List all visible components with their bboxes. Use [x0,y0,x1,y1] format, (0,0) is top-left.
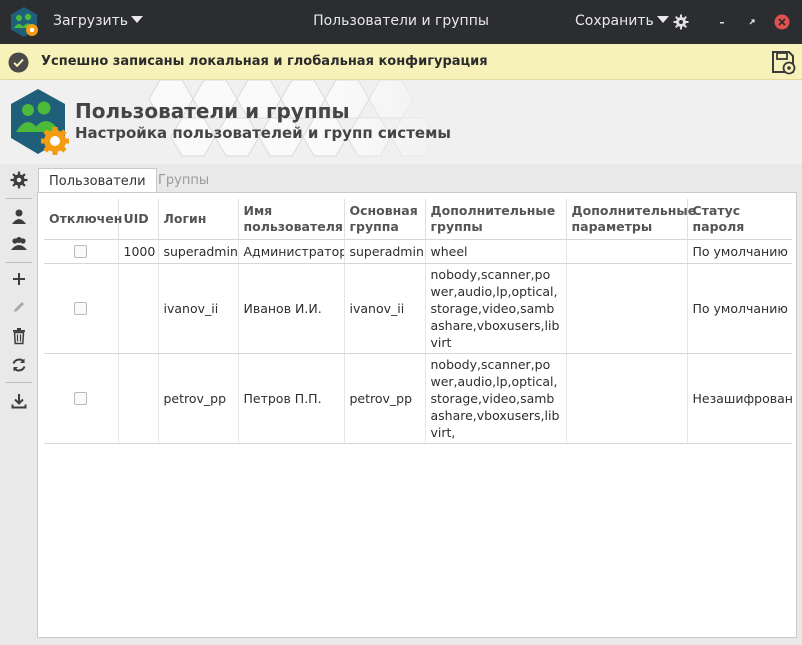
groups-cell: wheel [425,239,567,264]
column-header-primary-group[interactable]: Основная группа [344,199,426,240]
close-icon [774,14,790,30]
uid-cell [118,263,159,354]
chevron-down-icon [131,16,144,23]
close-button[interactable] [771,11,793,33]
uid-cell [118,353,159,444]
password-status-cell: По умолчанию [687,263,792,354]
groups-cell: nobody,scanner,pow­er,audio,lp,optical,s… [425,353,567,444]
toolbar-divider [6,382,32,383]
save-menu-label: Сохранить [575,13,654,29]
users-groups-logo [11,89,69,155]
column-header-login[interactable]: Логин [158,199,239,240]
table-row[interactable]: petrov_pp Петров П.П. petrov_pp nobody,s… [44,353,792,444]
primary-group-cell: ivanov_ii [344,263,426,354]
save-menu[interactable]: Сохранить [575,13,669,29]
load-menu[interactable]: Загрузить [53,13,144,29]
groups-cell: nobody,scanner,pow­er,audio,lp,optical,s… [425,263,567,354]
table-row[interactable]: ivanov_ii Иванов И.И. ivanov_ii nobody,s… [44,263,792,354]
maximize-button[interactable] [741,11,763,33]
settings-button[interactable] [670,11,692,33]
column-header-disabled[interactable]: Отключен [44,199,122,240]
page-header: Пользователи и группы Настройка пользова… [0,80,802,164]
disabled-cell [44,263,119,354]
trash-icon [13,328,25,345]
primary-group-cell: superadmin [344,239,426,264]
column-header-params[interactable]: Дополнительные параметры [566,199,696,240]
edit-button[interactable] [6,294,32,320]
minimize-icon [720,22,724,24]
tab-users[interactable]: Пользователи [38,168,157,193]
password-status-cell: По умолчанию [687,239,792,264]
login-cell: petrov_pp [158,353,239,444]
app-icon [11,7,38,37]
table-row[interactable]: 1000 superadmin Администратор superadmin… [44,239,792,264]
refresh-icon [12,358,26,372]
primary-group-cell: petrov_pp [344,353,426,444]
notification-bar: Успешно записаны локальная и глобальная … [0,44,802,80]
chevron-down-icon [656,16,669,23]
name-cell: Иванов И.И. [238,263,345,354]
gear-icon [10,171,28,189]
toolbar-divider [6,198,32,199]
tab-groups[interactable]: Группы [148,168,219,193]
title-bar: Загрузить Пользователи и группы Сохранит… [0,0,802,44]
disabled-checkbox[interactable] [74,391,88,405]
group-mode-button[interactable] [6,231,32,257]
uid-cell: 1000 [118,239,159,264]
users-table-panel: Отключен UID Логин Имя пользователя Осно… [37,192,797,638]
users-table: Отключен UID Логин Имя пользователя Осно… [44,199,792,444]
params-cell [566,239,688,264]
login-cell: ivanov_ii [158,263,239,354]
disabled-checkbox[interactable] [74,244,88,258]
plus-icon [13,273,25,285]
disabled-cell [44,239,119,264]
delete-button[interactable] [6,323,32,349]
save-config-icon[interactable] [770,49,796,75]
password-status-cell: Незашифрован [687,353,792,444]
notification-text: Успешно записаны локальная и глобальная … [41,54,488,69]
maximize-icon [749,19,755,25]
name-cell: Администратор [238,239,345,264]
user-icon [12,209,26,224]
check-circle-icon [8,52,29,73]
page-title: Пользователи и группы [75,99,350,123]
column-header-uid[interactable]: UID [118,199,159,240]
minimize-button[interactable] [711,11,733,33]
disabled-checkbox[interactable] [74,301,88,315]
settings-tool-button[interactable] [6,167,32,193]
page-subtitle: Настройка пользователей и групп системы [75,124,451,142]
user-mode-button[interactable] [6,204,32,230]
add-button[interactable] [6,266,32,292]
name-cell: Петров П.П. [238,353,345,444]
column-header-groups[interactable]: Дополнительные группы [425,199,567,240]
params-cell [566,353,688,444]
load-menu-label: Загрузить [53,13,129,29]
pencil-icon [14,302,24,312]
login-cell: superadmin [158,239,239,264]
column-header-password-status[interactable]: Статус пароля [687,199,792,240]
column-header-name[interactable]: Имя пользователя [238,199,345,240]
refresh-button[interactable] [6,352,32,378]
gear-icon [673,14,689,30]
download-button[interactable] [6,388,32,414]
group-icon [11,237,27,250]
download-icon [11,394,27,409]
toolbar-divider [6,262,32,263]
table-header-row: Отключен UID Логин Имя пользователя Осно… [44,199,792,240]
params-cell [566,263,688,354]
disabled-cell [44,353,119,444]
